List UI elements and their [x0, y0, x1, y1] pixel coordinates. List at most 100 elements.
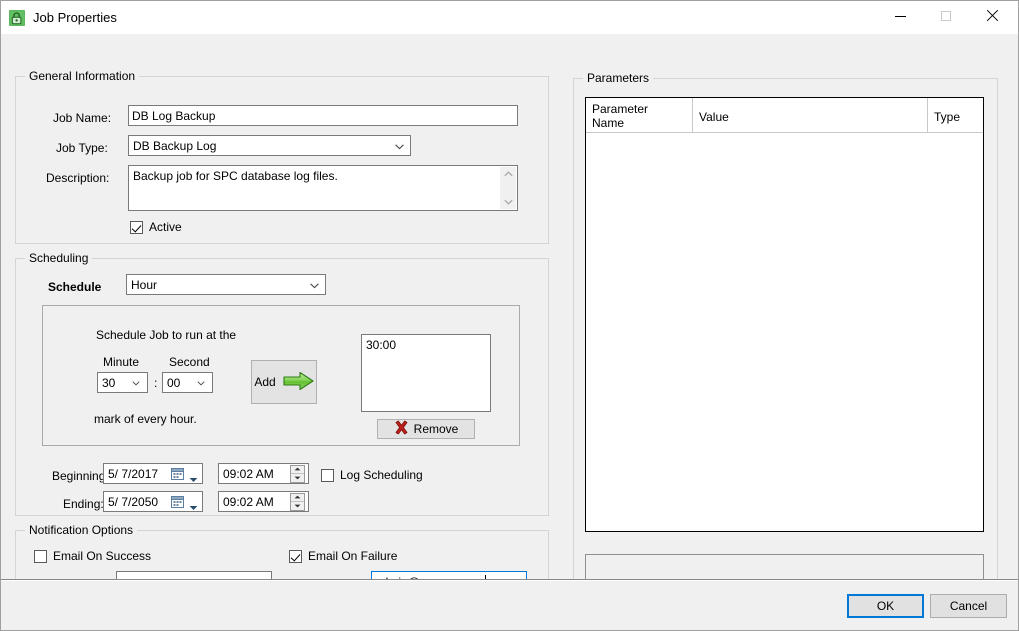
remove-button[interactable]: Remove [377, 419, 475, 439]
dialog-footer: OK Cancel [1, 579, 1018, 630]
chevron-down-icon[interactable] [189, 500, 198, 510]
schedule-label: Schedule [48, 280, 102, 294]
remove-x-icon [394, 420, 409, 438]
column-header-type[interactable]: Type [928, 98, 983, 132]
checkbox-box-email-failure [289, 549, 302, 563]
beginning-label: Beginning: [52, 469, 109, 483]
spinner-up-icon[interactable] [291, 466, 304, 474]
column-header-value[interactable]: Value [693, 98, 928, 132]
second-value: 00 [167, 375, 181, 390]
ending-time-input[interactable]: 09:02 AM [218, 491, 309, 512]
chevron-down-icon[interactable] [189, 472, 198, 482]
calendar-icon [171, 467, 184, 480]
active-checkbox[interactable]: Active [130, 220, 182, 234]
minimize-icon [894, 16, 906, 17]
add-button[interactable]: Add [251, 360, 317, 404]
job-properties-window: Job Properties General Information Job N… [0, 0, 1019, 631]
ending-date-picker[interactable]: 5/ 7/2050 [103, 491, 203, 512]
job-type-value: DB Backup Log [133, 138, 217, 153]
ending-time-value: 09:02 AM [223, 494, 274, 509]
scroll-up-icon [503, 171, 513, 177]
parameters-title: Parameters [583, 71, 654, 85]
minute-select[interactable]: 30 [97, 372, 148, 393]
schedule-value: Hour [131, 277, 158, 292]
description-scrollbar[interactable] [500, 167, 516, 209]
ok-button-label: OK [876, 599, 895, 613]
parameters-group: Parameters Parameter Name Value Type [573, 71, 998, 598]
chevron-down-icon [395, 143, 404, 149]
maximize-icon [941, 11, 951, 21]
close-button[interactable] [969, 1, 1015, 31]
beginning-date-picker[interactable]: 5/ 7/2017 [103, 463, 203, 484]
checkbox-box-active [130, 220, 143, 234]
job-lock-icon [8, 9, 26, 27]
chevron-down-icon [132, 380, 140, 386]
column-header-parameter-name-line1: Parameter [592, 102, 649, 116]
time-separator: : [154, 376, 158, 390]
scheduling-title: Scheduling [25, 251, 93, 265]
column-header-type-text: Type [934, 110, 961, 124]
minute-value: 30 [102, 375, 116, 390]
job-name-value: DB Log Backup [132, 108, 216, 123]
notification-options-title: Notification Options [25, 523, 138, 537]
ok-button[interactable]: OK [847, 594, 924, 618]
schedule-detail-panel: Schedule Job to run at the Minute Second… [42, 305, 520, 446]
remove-button-label: Remove [413, 422, 459, 436]
beginning-time-input[interactable]: 09:02 AM [218, 463, 309, 484]
job-type-label: Job Type: [56, 141, 108, 155]
spinner-down-icon[interactable] [291, 501, 304, 510]
maximize-button[interactable] [923, 1, 969, 31]
chevron-down-icon [197, 380, 205, 386]
footer-divider [1, 580, 1018, 581]
column-header-parameter-name-line2: Name [592, 116, 625, 130]
mark-text: mark of every hour. [94, 412, 197, 426]
column-header-parameter-name[interactable]: Parameter Name [586, 98, 693, 132]
list-item[interactable]: 30:00 [366, 338, 486, 353]
job-name-input[interactable]: DB Log Backup [128, 105, 518, 126]
run-at-text: Schedule Job to run at the [96, 328, 237, 342]
time-spinner[interactable] [290, 464, 305, 483]
description-value: Backup job for SPC database log files. [133, 169, 338, 183]
cancel-button[interactable]: Cancel [930, 594, 1007, 618]
beginning-time-value: 09:02 AM [223, 466, 274, 481]
minute-label: Minute [103, 355, 140, 369]
scheduling-group: Scheduling Schedule Hour Schedule Job to… [15, 251, 549, 516]
general-information-title: General Information [25, 69, 140, 83]
title-bar: Job Properties [1, 1, 1018, 35]
spinner-down-icon[interactable] [291, 473, 304, 482]
cancel-button-label: Cancel [949, 599, 988, 613]
calendar-icon [171, 495, 184, 508]
minimize-button[interactable] [877, 1, 923, 31]
scroll-down-icon [503, 199, 513, 205]
parameters-grid-header: Parameter Name Value Type [586, 98, 983, 133]
active-label: Active [149, 220, 182, 234]
second-select[interactable]: 00 [162, 372, 213, 393]
log-scheduling-label: Log Scheduling [340, 468, 423, 482]
column-header-value-text: Value [699, 110, 729, 124]
log-scheduling-checkbox[interactable]: Log Scheduling [321, 468, 423, 482]
schedule-select[interactable]: Hour [126, 274, 326, 295]
scheduled-times-list[interactable]: 30:00 [361, 334, 491, 412]
email-on-failure-checkbox[interactable]: Email On Failure [289, 549, 397, 563]
close-icon [986, 10, 998, 22]
chevron-down-icon [310, 282, 319, 288]
second-label: Second [169, 355, 210, 369]
time-spinner[interactable] [290, 492, 305, 511]
general-information-group: General Information Job Name: DB Log Bac… [15, 69, 549, 244]
window-title: Job Properties [33, 10, 117, 25]
parameters-grid[interactable]: Parameter Name Value Type [585, 97, 984, 532]
job-name-label: Job Name: [53, 111, 112, 125]
dialog-content: General Information Job Name: DB Log Bac… [1, 34, 1018, 598]
description-label: Description: [46, 171, 110, 185]
email-on-success-checkbox[interactable]: Email On Success [34, 549, 151, 563]
job-type-select[interactable]: DB Backup Log [128, 135, 411, 156]
ending-label: Ending: [63, 497, 104, 511]
email-on-success-label: Email On Success [53, 549, 152, 563]
add-button-label: Add [254, 375, 276, 389]
ending-date-value: 5/ 7/2050 [108, 494, 159, 509]
beginning-date-value: 5/ 7/2017 [108, 466, 159, 481]
spinner-up-icon[interactable] [291, 494, 304, 502]
arrow-right-icon [283, 371, 314, 394]
description-textarea[interactable]: Backup job for SPC database log files. [128, 165, 518, 211]
checkbox-box-log-scheduling [321, 468, 334, 482]
